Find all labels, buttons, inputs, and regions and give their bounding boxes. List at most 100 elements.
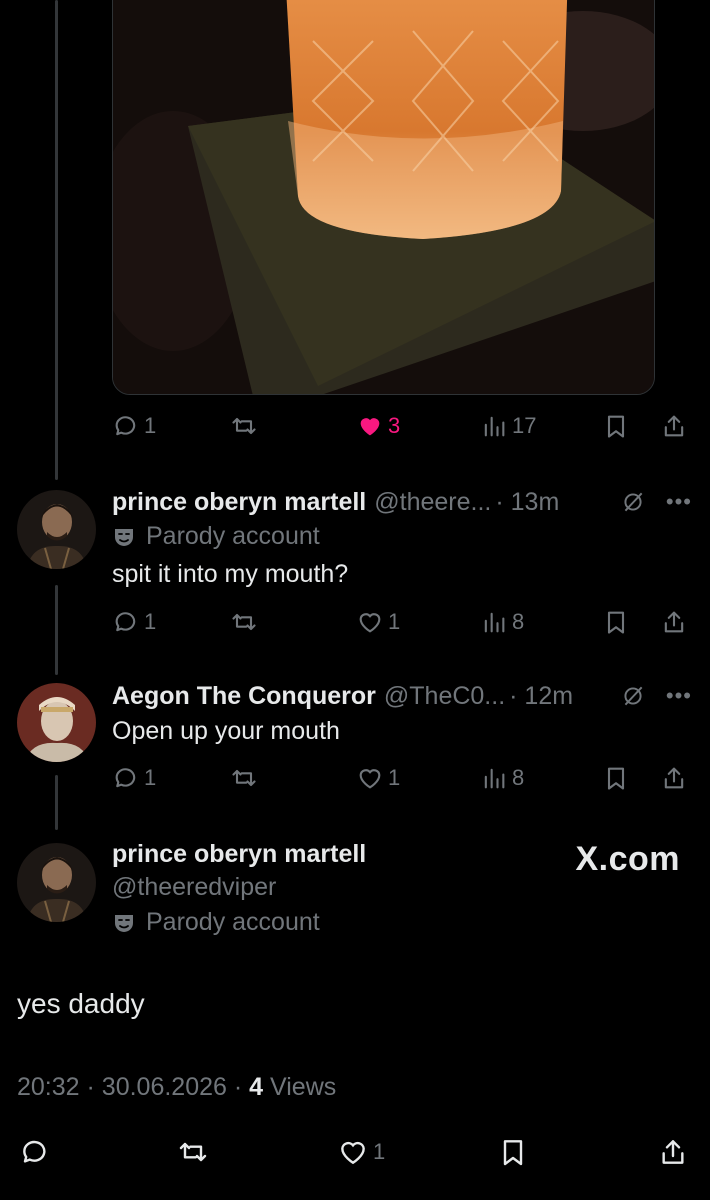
parody-text: Parody account — [146, 908, 320, 936]
like-button[interactable]: 1 — [356, 602, 400, 642]
views-icon — [484, 768, 505, 789]
thread-line — [55, 0, 58, 480]
post-time[interactable]: · 12m — [509, 682, 573, 711]
view-count: 4 — [249, 1073, 264, 1101]
share-button[interactable] — [660, 602, 688, 642]
avatar-image — [17, 683, 96, 762]
parody-text: Parody account — [146, 522, 320, 550]
bookmark-button[interactable] — [602, 602, 630, 642]
bookmark-button[interactable] — [602, 406, 630, 446]
avatar-image — [17, 843, 96, 922]
repost-button[interactable] — [230, 406, 258, 446]
reply-icon — [115, 612, 136, 632]
post-header: prince oberyn martell @theere... · 13m •… — [112, 485, 692, 519]
grok-icon[interactable] — [620, 489, 646, 515]
post-action-bar: 1 3 17 — [112, 406, 692, 446]
repost-icon — [232, 417, 256, 435]
more-options-icon[interactable]: ••• — [666, 489, 692, 515]
repost-button[interactable] — [230, 758, 258, 798]
reply-count: 1 — [144, 413, 157, 438]
share-icon — [664, 611, 684, 633]
reply-button[interactable]: 1 — [112, 406, 156, 446]
repost-icon — [232, 613, 256, 631]
avatar-image — [17, 490, 96, 569]
post-text: Open up your mouth — [112, 717, 340, 745]
display-name[interactable]: Aegon The Conqueror — [112, 682, 376, 711]
reply-button[interactable]: 1 — [112, 602, 156, 642]
heart-icon — [341, 1141, 365, 1165]
display-name[interactable]: prince oberyn martell — [112, 840, 366, 869]
bookmark-icon — [607, 767, 625, 790]
view-count: 8 — [512, 765, 525, 790]
post-action-bar: 1 1 8 — [112, 758, 692, 798]
bookmark-icon — [607, 611, 625, 634]
reply-button[interactable]: 1 — [112, 758, 156, 798]
thread-line — [55, 775, 58, 830]
heart-icon — [359, 613, 381, 633]
avatar[interactable] — [17, 843, 96, 922]
mask-icon — [115, 914, 133, 932]
avatar[interactable] — [17, 683, 96, 762]
thread-line — [55, 585, 58, 675]
share-icon — [664, 767, 684, 789]
repost-icon — [179, 1142, 207, 1162]
post-text: yes daddy — [17, 988, 145, 1019]
share-icon — [662, 1140, 684, 1164]
mask-icon — [115, 528, 133, 546]
post-image[interactable] — [112, 0, 655, 395]
repost-button[interactable] — [230, 602, 258, 642]
like-button[interactable]: 1 — [356, 758, 400, 798]
user-handle[interactable]: @theere... — [374, 488, 491, 517]
views-icon — [484, 612, 505, 633]
post-text: spit it into my mouth? — [112, 560, 349, 588]
like-button[interactable]: 3 — [356, 406, 400, 446]
x-com-watermark: X.com — [575, 840, 680, 878]
views-button[interactable]: 17 — [480, 406, 536, 446]
post-time[interactable]: · 13m — [495, 488, 559, 517]
heart-filled-icon — [360, 418, 380, 436]
post-meta: 20:32 · 30.06.2026 · 4 Views — [17, 1073, 337, 1101]
views-button[interactable]: 8 — [480, 758, 524, 798]
share-icon — [664, 415, 684, 437]
parody-label: Parody account — [112, 522, 320, 551]
bookmark-icon — [607, 415, 625, 438]
heart-icon — [359, 769, 381, 789]
like-count: 1 — [388, 765, 401, 790]
repost-button[interactable] — [177, 1132, 209, 1172]
more-options-icon[interactable]: ••• — [666, 683, 692, 709]
reply-count: 1 — [144, 765, 157, 790]
post-time[interactable]: 20:32 — [17, 1073, 80, 1101]
like-button[interactable]: 1 — [337, 1132, 385, 1172]
views-button[interactable]: 8 — [480, 602, 524, 642]
reply-icon — [115, 768, 136, 788]
grok-icon[interactable] — [620, 683, 646, 709]
display-name[interactable]: prince oberyn martell — [112, 488, 366, 517]
bookmark-button[interactable] — [497, 1132, 529, 1172]
cocktail-photo — [113, 0, 654, 394]
views-label: Views — [270, 1073, 337, 1101]
reply-button[interactable] — [19, 1132, 51, 1172]
user-handle[interactable]: @TheC0... — [384, 682, 505, 711]
repost-icon — [232, 769, 256, 787]
avatar[interactable] — [17, 490, 96, 569]
reply-icon — [115, 416, 136, 436]
like-count: 1 — [373, 1139, 386, 1164]
bookmark-button[interactable] — [602, 758, 630, 798]
share-button[interactable] — [657, 1132, 689, 1172]
share-button[interactable] — [660, 758, 688, 798]
reply-icon — [23, 1140, 46, 1163]
views-icon — [484, 416, 505, 437]
user-handle[interactable]: @theeredviper — [112, 873, 276, 902]
view-count: 8 — [512, 609, 525, 634]
post-header: Aegon The Conqueror @TheC0... · 12m ••• — [112, 679, 692, 713]
post-action-bar: 1 1 8 — [112, 602, 692, 642]
reply-count: 1 — [144, 609, 157, 634]
main-action-bar: 1 — [17, 1132, 693, 1172]
like-count: 1 — [388, 609, 401, 634]
parody-label: Parody account — [112, 908, 320, 937]
bookmark-icon — [503, 1140, 523, 1166]
share-button[interactable] — [660, 406, 688, 446]
post-date[interactable]: 30.06.2026 — [102, 1073, 227, 1101]
like-count: 3 — [388, 413, 401, 438]
view-count: 17 — [512, 413, 537, 438]
